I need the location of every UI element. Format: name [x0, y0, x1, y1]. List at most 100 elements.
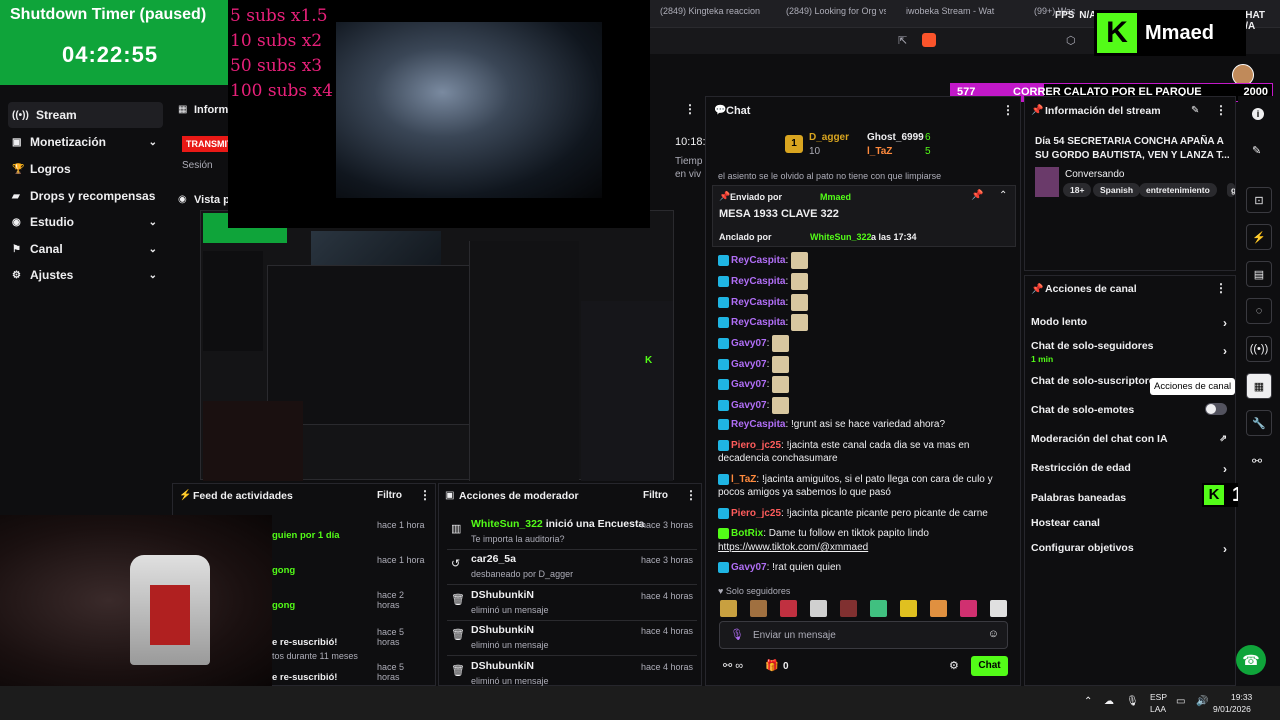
- browser-tab[interactable]: (2849) Looking for Org vs: [786, 6, 886, 16]
- channel-actions-menu-button[interactable]: ⋮: [1215, 281, 1227, 295]
- chat-username[interactable]: Piero_jc25: [731, 508, 781, 519]
- emote[interactable]: [772, 335, 790, 352]
- clock-date[interactable]: 9/01/2026: [1213, 704, 1251, 714]
- sidebar-item-monetization[interactable]: ▣ Monetización ⌄: [8, 129, 163, 155]
- feed-filter[interactable]: Filtro: [377, 490, 402, 501]
- emote[interactable]: [990, 600, 1007, 617]
- mod-user[interactable]: WhiteSun_322 inició una Encuesta: [471, 518, 644, 530]
- emote[interactable]: [780, 600, 797, 617]
- chat-username[interactable]: ReyCaspita: [731, 297, 785, 308]
- chat-username[interactable]: Piero_jc25: [731, 440, 781, 451]
- chat-input[interactable]: 🎙 Enviar un mensaje ☺: [719, 621, 1008, 649]
- chat-username[interactable]: Gavy07: [731, 359, 767, 370]
- sidebar-item-settings[interactable]: ⚙ Ajustes ⌄: [8, 262, 163, 288]
- mod-user[interactable]: DShubunkiN: [471, 660, 534, 672]
- configure-goals-row[interactable]: Configurar objetivos ›: [1031, 542, 1231, 556]
- chat-username[interactable]: Gavy07: [731, 338, 767, 349]
- emote[interactable]: [900, 600, 917, 617]
- sidebar-item-drops[interactable]: ▰ Drops y recompensas: [8, 183, 163, 209]
- emote[interactable]: [791, 273, 809, 290]
- extensions-icon[interactable]: ⬡: [1066, 34, 1076, 47]
- emote[interactable]: [960, 600, 977, 617]
- emote[interactable]: [791, 252, 809, 269]
- emote[interactable]: [870, 600, 887, 617]
- unpin-icon[interactable]: 📌: [971, 190, 983, 201]
- brave-shield-icon[interactable]: [922, 33, 936, 47]
- ai-moderation-row[interactable]: Moderación del chat con IA ⇗: [1031, 433, 1231, 445]
- network-icon[interactable]: ▭: [1176, 696, 1185, 707]
- tag[interactable]: 18+: [1063, 183, 1092, 197]
- emote[interactable]: [810, 600, 827, 617]
- banned-words-row[interactable]: Palabras baneadas: [1031, 492, 1231, 504]
- emote[interactable]: [772, 397, 790, 414]
- emote[interactable]: [930, 600, 947, 617]
- emote[interactable]: [720, 600, 737, 617]
- emote[interactable]: [750, 600, 767, 617]
- tag[interactable]: g: [1227, 183, 1235, 197]
- emote[interactable]: [772, 376, 790, 393]
- pinned-message[interactable]: 📌 Enviado por Mmaed 📌 ⌃ MESA 1933 CLAVE …: [712, 185, 1016, 247]
- quick-action-video-icon[interactable]: ⊡: [1246, 187, 1272, 213]
- mod-row[interactable]: ↺ car26_5a desbaneado por D_agger hace 3 h…: [447, 551, 697, 585]
- emote[interactable]: [840, 600, 857, 617]
- tag[interactable]: entretenimiento: [1139, 183, 1217, 197]
- quick-action-broadcast-icon[interactable]: ((•)): [1246, 336, 1272, 362]
- emotes-only-toggle[interactable]: [1205, 403, 1227, 415]
- feed-menu-button[interactable]: ⋮: [419, 488, 431, 502]
- info-menu-button[interactable]: ⋮: [684, 102, 696, 116]
- onedrive-icon[interactable]: ☁: [1104, 696, 1114, 707]
- sidebar-item-channel[interactable]: ⚑ Canal ⌄: [8, 236, 163, 262]
- chat-menu-button[interactable]: ⋮: [1002, 103, 1014, 117]
- slow-mode-row[interactable]: Modo lento ›: [1031, 316, 1231, 330]
- edit-icon[interactable]: ✎: [1191, 105, 1199, 116]
- add-action-icon[interactable]: ⚯: [1252, 454, 1262, 468]
- link-icon[interactable]: ⚯ ∞: [723, 659, 743, 672]
- share-icon[interactable]: ⇱: [898, 34, 907, 47]
- sidebar-item-achievements[interactable]: 🏆 Logros: [8, 156, 163, 182]
- info-icon[interactable]: i: [1252, 108, 1264, 120]
- sidebar-item-stream[interactable]: ((•)) Stream: [8, 102, 163, 128]
- browser-tab[interactable]: (2849) Kingteka reaccion: [660, 6, 770, 16]
- chat-username[interactable]: Gavy07: [731, 562, 767, 573]
- mod-row[interactable]: 🗑 DShubunkiN eliminó un mensaje hace 4 hor…: [447, 622, 697, 656]
- mod-user[interactable]: car26_5a: [471, 553, 516, 565]
- tag[interactable]: Spanish: [1093, 183, 1141, 197]
- quick-action-chat-icon[interactable]: ◌: [1246, 298, 1272, 324]
- chat-username[interactable]: ReyCaspita: [731, 276, 785, 287]
- stream-info-menu-button[interactable]: ⋮: [1215, 103, 1227, 117]
- quick-action-channel-icon[interactable]: ▦: [1246, 373, 1272, 399]
- quick-action-wrench-icon[interactable]: 🔧: [1246, 410, 1272, 436]
- volume-icon[interactable]: 🔊: [1196, 696, 1208, 707]
- tray-chevron-icon[interactable]: ⌃: [1084, 696, 1092, 707]
- support-icon[interactable]: ☎: [1236, 645, 1266, 675]
- chat-username[interactable]: ReyCaspita: [731, 255, 785, 266]
- chat-username[interactable]: BotRix: [731, 528, 763, 539]
- lang-label[interactable]: ESP: [1150, 692, 1167, 702]
- chat-username[interactable]: ReyCaspita: [731, 317, 785, 328]
- mic-icon[interactable]: 🎙: [1126, 696, 1139, 707]
- edit-icon[interactable]: ✎: [1252, 144, 1261, 157]
- emote[interactable]: [772, 356, 790, 373]
- mod-filter[interactable]: Filtro: [643, 490, 668, 501]
- mod-row[interactable]: 🗑 DShubunkiN eliminó un mensaje hace 4 hor…: [447, 587, 697, 621]
- sidebar-item-studio[interactable]: ◉ Estudio ⌄: [8, 209, 163, 235]
- followers-only-row[interactable]: Chat de solo-seguidores 1 min ›: [1031, 340, 1231, 364]
- browser-tab[interactable]: iwobeka Stream - Wat: [906, 6, 1006, 16]
- mod-row[interactable]: ▥ WhiteSun_322 inició una Encuesta Te impo…: [447, 516, 697, 550]
- emote[interactable]: [791, 314, 809, 331]
- emote-picker-icon[interactable]: ☺: [988, 628, 999, 640]
- chat-settings-icon[interactable]: ⚙: [949, 659, 959, 672]
- chat-username[interactable]: Gavy07: [731, 400, 767, 411]
- emotes-only-row[interactable]: Chat de solo-emotes: [1031, 403, 1231, 416]
- chat-send-button[interactable]: Chat: [971, 656, 1008, 676]
- emote[interactable]: [791, 294, 809, 311]
- chat-username[interactable]: ReyCaspita: [731, 419, 785, 430]
- chat-link[interactable]: https://www.tiktok.com/@xmmaed: [718, 542, 868, 553]
- age-restriction-row[interactable]: Restricción de edad ›: [1031, 462, 1231, 476]
- chat-username[interactable]: l_TaZ: [731, 474, 756, 485]
- host-channel-row[interactable]: Hostear canal: [1031, 517, 1231, 529]
- mod-user[interactable]: DShubunkiN: [471, 589, 534, 601]
- clock-time[interactable]: 19:33: [1231, 692, 1252, 702]
- chat-username[interactable]: Gavy07: [731, 379, 767, 390]
- quick-action-document-icon[interactable]: ▤: [1246, 261, 1272, 287]
